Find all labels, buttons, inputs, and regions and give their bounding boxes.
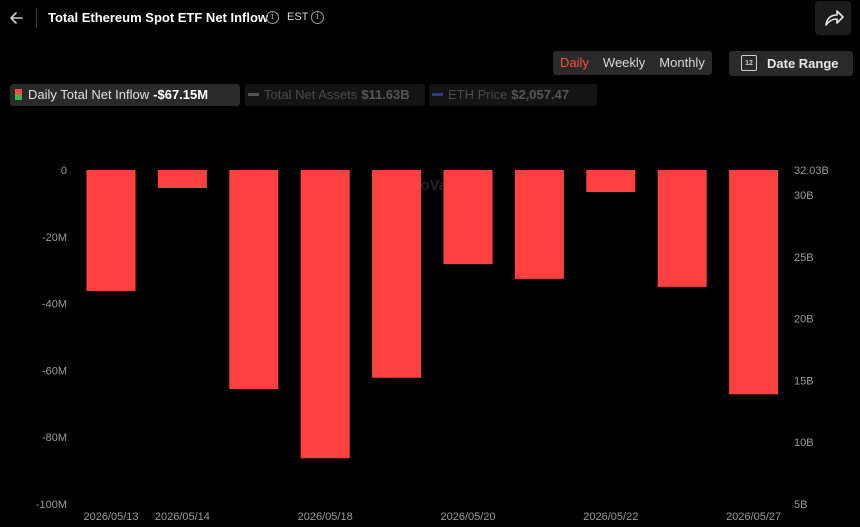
x-tick-label: 2026/05/14 [155, 511, 210, 523]
x-tick-label: 2026/05/20 [440, 511, 495, 523]
legend-net-assets-value: $11.63B [361, 87, 410, 102]
bar-2026-05-27 [729, 170, 779, 395]
period-daily-button[interactable]: Daily [553, 51, 596, 75]
page-title: Total Ethereum Spot ETF Net Inflow [48, 10, 269, 25]
y-right-tick-label: 25B [794, 252, 814, 264]
legend-net-assets[interactable]: Total Net Assets $11.63B [245, 84, 425, 106]
y-left-tick-label: -100M [36, 499, 67, 511]
bar-2026-05-21 [514, 170, 564, 279]
arrow-left-icon [10, 12, 23, 24]
calendar-icon: 12 [741, 55, 757, 71]
bar-2026-05-13 [86, 170, 136, 291]
legend-eth-price[interactable]: ETH Price $2,057.47 [429, 84, 597, 106]
share-button[interactable] [815, 1, 851, 35]
legend-net-inflow[interactable]: Daily Total Net Inflow -$67.15M [10, 84, 240, 106]
top-bar: Total Ethereum Spot ETF Net Inflow i EST… [0, 0, 860, 36]
header-divider [36, 8, 37, 28]
x-tick-label: 2026/05/13 [83, 511, 138, 523]
x-tick-label: 2026/05/22 [583, 511, 638, 523]
y-right-tick-label: 30B [794, 190, 814, 202]
x-tick-label: 2026/05/27 [726, 511, 781, 523]
title-info-icon[interactable]: i [266, 11, 279, 24]
y-right-tick-label: 15B [794, 375, 814, 387]
period-monthly-button[interactable]: Monthly [652, 51, 712, 75]
bar-2026-05-19 [372, 170, 422, 378]
date-range-button[interactable]: 12 Date Range [729, 51, 853, 76]
y-left-tick-label: -20M [42, 232, 67, 244]
y-right-tick-label: 20B [794, 314, 814, 326]
timezone-label: EST [287, 11, 309, 23]
timezone-info-icon[interactable]: i [311, 11, 324, 24]
legend-eth-price-value: $2,057.47 [511, 87, 570, 102]
bar-2026-05-18 [300, 170, 350, 459]
y-right-tick-label: 32.03B [794, 165, 829, 177]
legend-net-inflow-label: Daily Total Net Inflow [28, 87, 150, 102]
etf-chart-page: Total Ethereum Spot ETF Net Inflow i EST… [0, 0, 860, 527]
legend-eth-price-label: ETH Price [448, 87, 508, 102]
bar-2026-05-26 [657, 170, 707, 287]
net-assets-swatch-icon [248, 93, 259, 96]
bar-2026-05-22 [586, 170, 636, 193]
net-inflow-swatch-icon [15, 89, 22, 100]
period-selector: Daily Weekly Monthly [553, 51, 712, 75]
legend-net-inflow-value: -$67.15M [153, 87, 209, 102]
legend-net-assets-label: Total Net Assets [264, 87, 358, 102]
x-tick-label: 2026/05/18 [298, 511, 353, 523]
date-range-label: Date Range [767, 56, 839, 71]
period-weekly-button[interactable]: Weekly [596, 51, 652, 75]
share-arrow-icon [825, 10, 844, 26]
net-inflow-bar-chart: SoSoValue0-20M-40M-60M-80M-100M32.03B30B… [36, 165, 829, 523]
back-button[interactable] [6, 7, 28, 29]
y-left-tick-label: 0 [61, 165, 67, 177]
y-right-tick-label: 10B [794, 437, 814, 449]
y-right-tick-label: 5B [794, 499, 807, 511]
bar-2026-05-14 [157, 170, 207, 189]
y-left-tick-label: -60M [42, 365, 67, 377]
y-left-tick-label: -40M [42, 299, 67, 311]
eth-price-swatch-icon [432, 93, 443, 96]
bar-2026-05-20 [443, 170, 493, 265]
bar-2026-05-15 [229, 170, 279, 390]
y-left-tick-label: -80M [42, 432, 67, 444]
